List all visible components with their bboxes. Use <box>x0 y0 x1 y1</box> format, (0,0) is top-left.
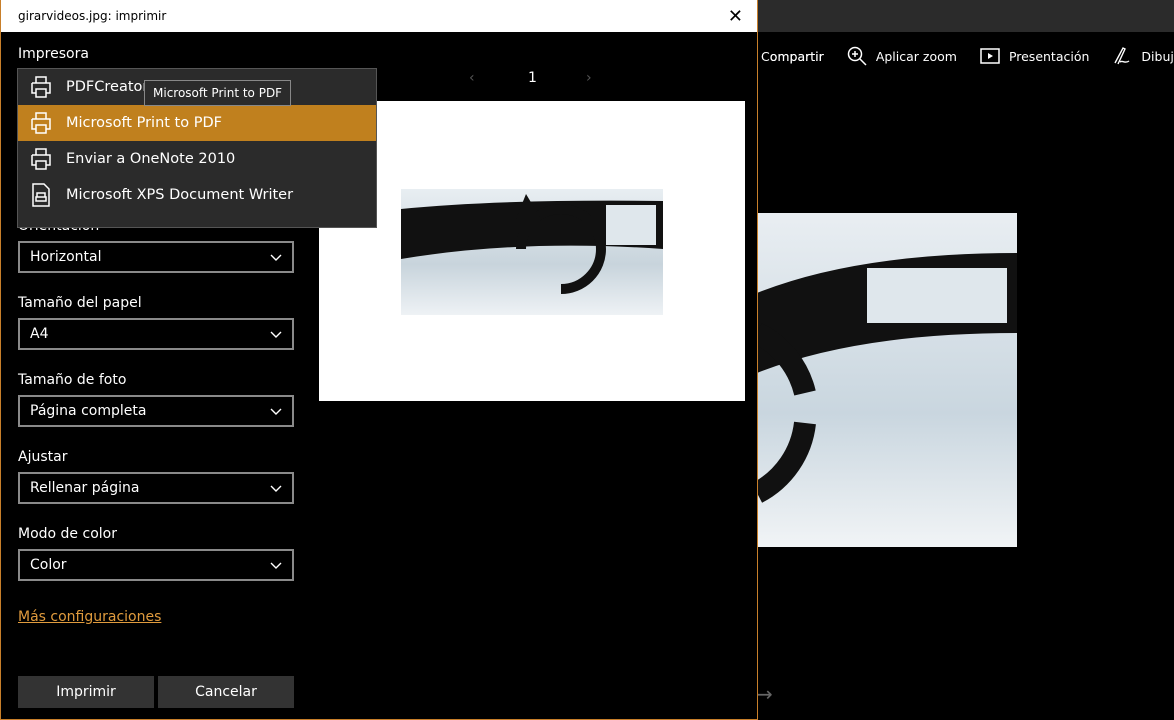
slideshow-button[interactable]: Presentación <box>979 45 1089 67</box>
share-label-wrap: Compartir Compartir <box>761 49 824 64</box>
orientation-select[interactable]: Horizontal <box>18 241 294 273</box>
orientation-value: Horizontal <box>30 249 102 265</box>
chevron-down-icon <box>270 331 282 338</box>
paper-size-label: Tamaño del papel <box>18 295 142 311</box>
photo-size-label: Tamaño de foto <box>18 372 127 388</box>
tooltip: Microsoft Print to PDF <box>144 80 292 106</box>
chevron-down-icon <box>270 485 282 492</box>
color-mode-label: Modo de color <box>18 526 117 542</box>
chevron-down-icon <box>270 562 282 569</box>
dialog-title: girarvideos.jpg: imprimir <box>18 9 167 23</box>
printer-option-xps[interactable]: Microsoft XPS Document Writer <box>18 177 376 213</box>
fit-label: Ajustar <box>18 449 68 465</box>
printer-icon <box>31 76 51 98</box>
chevron-down-icon <box>270 254 282 261</box>
fit-value: Rellenar página <box>30 480 140 496</box>
printer-option-label: Enviar a OneNote 2010 <box>66 151 236 167</box>
share-button[interactable]: Compartir Compartir <box>761 49 824 64</box>
printer-label: Impresora <box>18 46 89 62</box>
draw-icon <box>1114 47 1130 65</box>
next-page-icon[interactable]: › <box>586 70 592 86</box>
fit-select[interactable]: Rellenar página <box>18 472 294 504</box>
print-button[interactable]: Imprimir <box>18 676 154 708</box>
paper-size-select[interactable]: A4 <box>18 318 294 350</box>
background-photo <box>751 213 1017 547</box>
draw-label: Dibujar <box>1141 48 1174 64</box>
slideshow-label: Presentación <box>1008 48 1090 64</box>
color-mode-value: Color <box>30 557 67 573</box>
draw-button[interactable]: Dibujar <box>1111 45 1174 67</box>
more-settings-link[interactable]: Más configuraciones <box>18 609 161 625</box>
paper-size-value: A4 <box>30 326 49 342</box>
printer-option-label: PDFCreator <box>66 79 149 95</box>
printer-icon <box>31 148 51 170</box>
photo-size-select[interactable]: Página completa <box>18 395 294 427</box>
printer-option-microsoft-print-to-pdf[interactable]: Microsoft Print to PDF <box>18 105 376 141</box>
printer-option-onenote[interactable]: Enviar a OneNote 2010 <box>18 141 376 177</box>
zoom-in-icon <box>847 46 867 66</box>
zoom-button[interactable]: Aplicar zoom <box>846 45 957 67</box>
zoom-label: Aplicar zoom <box>875 48 957 64</box>
color-mode-select[interactable]: Color <box>18 549 294 581</box>
printer-icon <box>31 112 51 134</box>
prev-page-icon[interactable]: ‹ <box>469 70 475 86</box>
slideshow-icon <box>980 48 1000 64</box>
share-label-partial: ompartir <box>769 48 824 64</box>
preview-image <box>401 189 663 315</box>
close-icon[interactable]: ✕ <box>728 6 743 27</box>
share-label-visible-part: Compartir <box>761 49 824 64</box>
photo-size-value: Página completa <box>30 403 147 419</box>
printer-option-label: Microsoft Print to PDF <box>66 115 222 131</box>
dialog-title-bar: girarvideos.jpg: imprimir ✕ <box>1 0 757 32</box>
app-toolbar: Compartir Compartir Aplicar zoom Present… <box>761 40 1174 72</box>
printer-option-label: Microsoft XPS Document Writer <box>66 187 294 203</box>
cancel-button[interactable]: Cancelar <box>158 676 294 708</box>
print-preview-page <box>319 101 745 401</box>
page-number: 1 <box>528 70 537 86</box>
chevron-down-icon <box>270 408 282 415</box>
next-arrow-icon[interactable]: → <box>756 682 773 706</box>
document-printer-icon <box>32 183 50 207</box>
